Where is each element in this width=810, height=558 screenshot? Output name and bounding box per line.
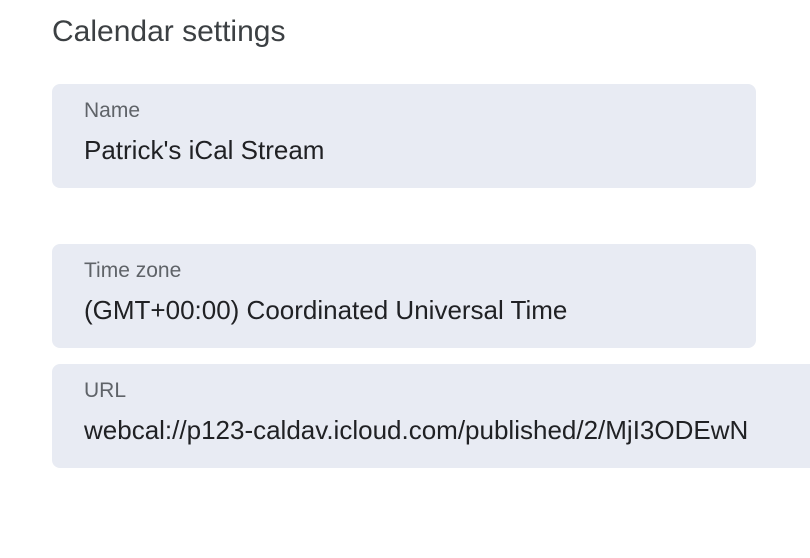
calendar-settings-page: Calendar settings Name Patrick's iCal St… bbox=[0, 0, 810, 558]
url-value[interactable]: webcal://p123-caldav.icloud.com/publishe… bbox=[84, 414, 810, 446]
name-value[interactable]: Patrick's iCal Stream bbox=[84, 134, 756, 166]
time-zone-label: Time zone bbox=[84, 259, 182, 282]
name-label: Name bbox=[84, 99, 141, 122]
url-field[interactable]: URL webcal://p123-caldav.icloud.com/publ… bbox=[52, 364, 810, 468]
url-label: URL bbox=[84, 379, 127, 402]
time-zone-field[interactable]: Time zone (GMT+00:00) Coordinated Univer… bbox=[52, 244, 756, 348]
name-field[interactable]: Name Patrick's iCal Stream bbox=[52, 84, 756, 188]
section-title: Calendar settings bbox=[52, 15, 286, 48]
time-zone-value[interactable]: (GMT+00:00) Coordinated Universal Time bbox=[84, 294, 756, 326]
